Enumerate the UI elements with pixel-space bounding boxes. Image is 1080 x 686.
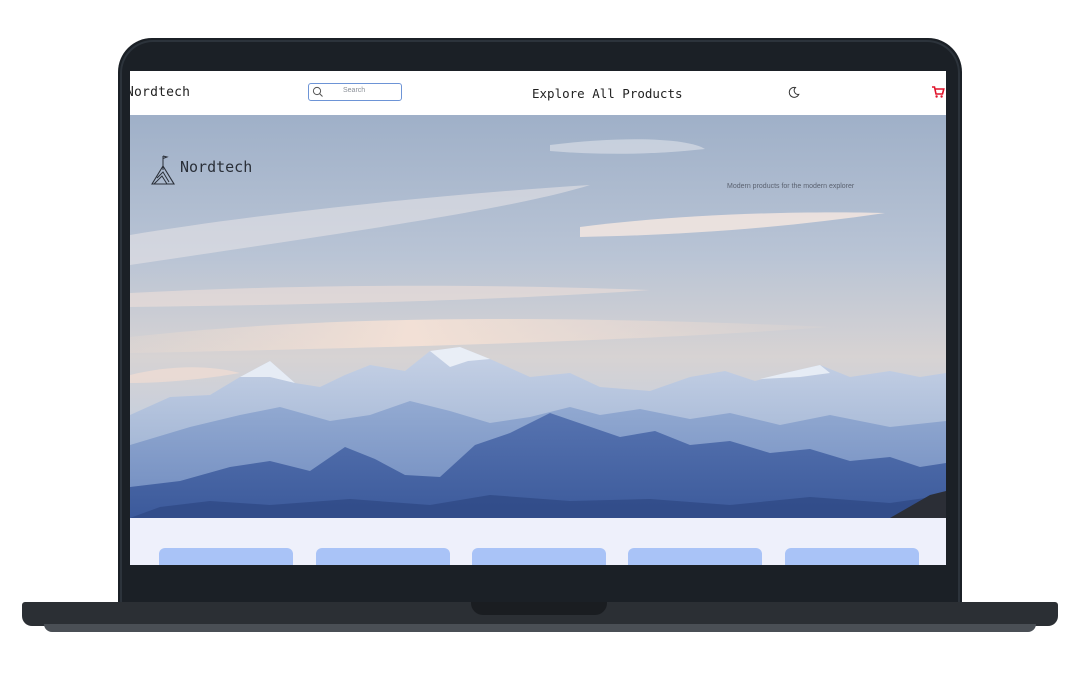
hero-mountain-image xyxy=(130,115,946,518)
search-placeholder: Search xyxy=(343,87,366,94)
product-card[interactable] xyxy=(316,548,450,565)
hero-tagline: Modern products for the modern explorer xyxy=(727,183,855,190)
nordtech-logo-icon xyxy=(151,155,175,185)
product-card[interactable] xyxy=(159,548,293,565)
laptop-screen: Nordtech Search Explore All Products Nor… xyxy=(130,71,946,565)
nav-brand[interactable]: Nordtech xyxy=(130,85,190,100)
hero-logo-text: Nordtech xyxy=(180,158,253,176)
moon-icon[interactable] xyxy=(787,85,801,99)
search-input[interactable]: Search xyxy=(308,83,402,101)
product-card[interactable] xyxy=(472,548,606,565)
product-card[interactable] xyxy=(628,548,762,565)
cart-icon[interactable] xyxy=(931,85,945,99)
product-card[interactable] xyxy=(785,548,919,565)
search-icon xyxy=(312,86,323,97)
top-nav: Nordtech Search Explore All Products xyxy=(130,71,946,115)
laptop-notch xyxy=(471,602,607,615)
hero-banner: Nordtech Modern products for the modern … xyxy=(130,115,946,518)
laptop-base-shadow xyxy=(44,624,1036,632)
nav-title[interactable]: Explore All Products xyxy=(532,86,683,101)
product-card-strip xyxy=(130,518,946,565)
